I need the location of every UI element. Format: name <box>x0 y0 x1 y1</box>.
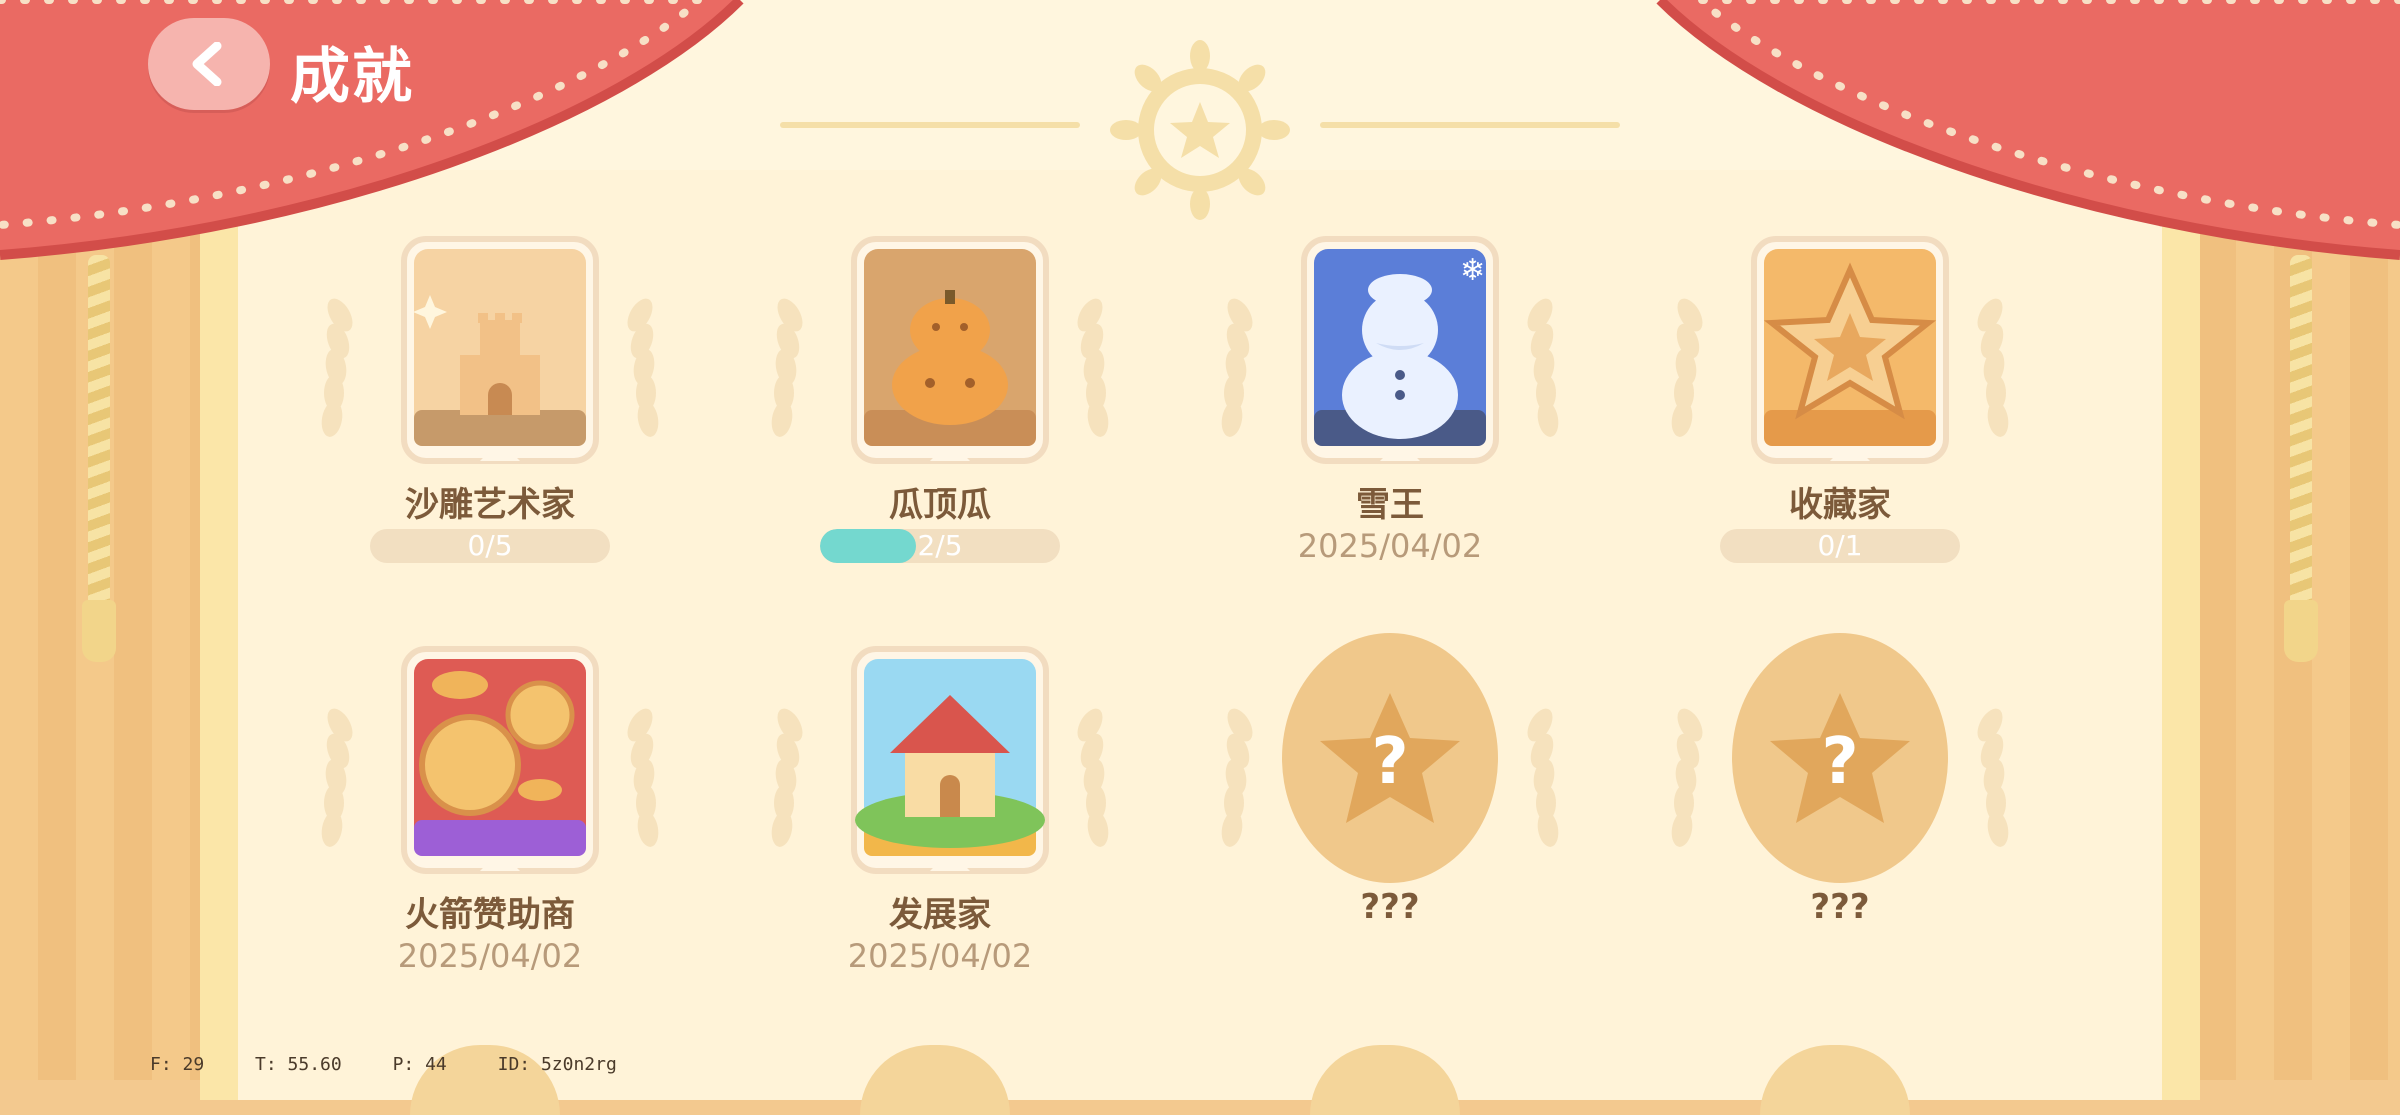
progress-bar: 0/1 <box>1720 529 1960 563</box>
progress-text: 2/5 <box>917 529 963 562</box>
locked-badge: ? <box>1282 633 1498 883</box>
debug-t: T: 55.60 <box>255 1054 342 1075</box>
achievement-name: 瓜顶瓜 <box>889 485 991 525</box>
debug-p: P: 44 <box>392 1054 447 1075</box>
achievement-name: 雪王 <box>1356 485 1424 525</box>
svg-text:?: ? <box>1371 725 1408 799</box>
progress-text: 0/5 <box>467 529 513 562</box>
tassel-left <box>82 600 116 662</box>
mystery-star-icon: ? <box>1320 693 1460 823</box>
house-icon <box>851 646 1049 874</box>
locked-badge: ? <box>1732 633 1948 883</box>
achievement-name: 火箭赞助商 <box>405 895 575 935</box>
debug-id: ID: 5z0n2rg <box>497 1054 617 1075</box>
back-button[interactable] <box>148 18 270 110</box>
unlock-date: 2025/04/02 <box>1297 527 1483 565</box>
achievement-name: 收藏家 <box>1789 485 1891 525</box>
header-divider-left <box>780 122 1080 128</box>
debug-f: F: 29 <box>150 1054 205 1075</box>
achievement-name: ??? <box>1360 887 1420 927</box>
pumpkin-stack-icon <box>851 236 1049 464</box>
achievement-name: 沙雕艺术家 <box>405 485 575 525</box>
svg-text:❄: ❄ <box>1460 253 1485 288</box>
achievement-name: 发展家 <box>889 895 991 935</box>
tassel-right <box>2284 600 2318 662</box>
debug-overlay: F: 29 T: 55.60 P: 44 ID: 5z0n2rg <box>150 1054 657 1075</box>
page-title: 成就 <box>290 42 414 112</box>
star-emblem-icon <box>1110 40 1290 220</box>
unlock-date: 2025/04/02 <box>847 937 1033 975</box>
progress-text: 0/1 <box>1817 529 1863 562</box>
chevron-left-icon <box>192 42 222 86</box>
unlock-date: 2025/04/02 <box>397 937 583 975</box>
sandcastle-icon <box>401 236 599 464</box>
snowman-icon: ❄ <box>1301 236 1499 464</box>
progress-bar: 2/5 <box>820 529 1060 563</box>
progress-bar: 0/5 <box>370 529 610 563</box>
star-icon <box>1751 236 1949 464</box>
svg-text:?: ? <box>1821 725 1858 799</box>
curtain-right <box>1656 0 2400 260</box>
mystery-star-icon: ? <box>1770 693 1910 823</box>
achievement-name: ??? <box>1810 887 1870 927</box>
coins-icon <box>401 646 599 874</box>
header-divider-right <box>1320 122 1620 128</box>
